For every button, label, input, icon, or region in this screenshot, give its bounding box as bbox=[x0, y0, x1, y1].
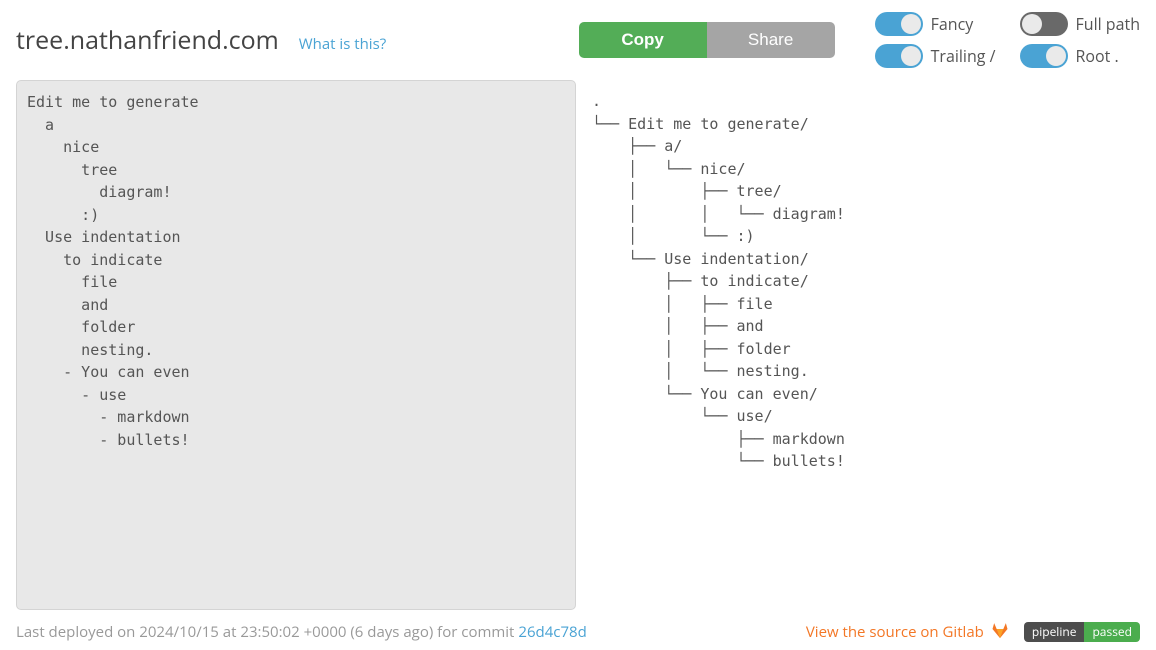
toggle-panel: Fancy Full path Trailing / Root . bbox=[875, 12, 1140, 68]
toggle-fancy-switch[interactable] bbox=[875, 12, 923, 36]
toggle-trailing: Trailing / bbox=[875, 44, 996, 68]
header: tree.nathanfriend.com What is this? Copy… bbox=[0, 0, 1156, 72]
toggle-fullpath: Full path bbox=[1020, 12, 1141, 36]
copy-button[interactable]: Copy bbox=[579, 22, 707, 58]
toggle-fullpath-switch[interactable] bbox=[1020, 12, 1068, 36]
toggle-root: Root . bbox=[1020, 44, 1141, 68]
commit-link[interactable]: 26d4c78d bbox=[518, 622, 586, 642]
gitlab-icon bbox=[990, 619, 1010, 644]
button-group: Copy Share bbox=[579, 22, 835, 58]
input-textarea[interactable] bbox=[16, 80, 576, 610]
pipeline-badge[interactable]: pipeline passed bbox=[1024, 622, 1140, 642]
title-group: tree.nathanfriend.com What is this? bbox=[16, 23, 386, 57]
output-tree: . └── Edit me to generate/ ├── a/ │ └── … bbox=[592, 80, 1140, 610]
page-title: tree.nathanfriend.com bbox=[16, 23, 279, 57]
view-source-label: View the source on Gitlab bbox=[806, 622, 984, 642]
toggle-root-switch[interactable] bbox=[1020, 44, 1068, 68]
main: . └── Edit me to generate/ ├── a/ │ └── … bbox=[0, 72, 1156, 610]
toggle-root-label: Root . bbox=[1076, 45, 1119, 67]
toggle-trailing-switch[interactable] bbox=[875, 44, 923, 68]
toggle-fullpath-label: Full path bbox=[1076, 13, 1141, 35]
pipeline-badge-label: pipeline bbox=[1024, 622, 1085, 642]
view-source-link[interactable]: View the source on Gitlab bbox=[806, 619, 1010, 644]
what-is-this-link[interactable]: What is this? bbox=[299, 34, 386, 54]
deploy-text: Last deployed on 2024/10/15 at 23:50:02 … bbox=[16, 622, 514, 642]
toggle-fancy: Fancy bbox=[875, 12, 996, 36]
toggle-fancy-label: Fancy bbox=[931, 13, 974, 35]
toggle-trailing-label: Trailing / bbox=[931, 45, 996, 67]
pipeline-badge-status: passed bbox=[1084, 622, 1140, 642]
share-button[interactable]: Share bbox=[707, 22, 835, 58]
footer: Last deployed on 2024/10/15 at 23:50:02 … bbox=[16, 619, 1140, 644]
